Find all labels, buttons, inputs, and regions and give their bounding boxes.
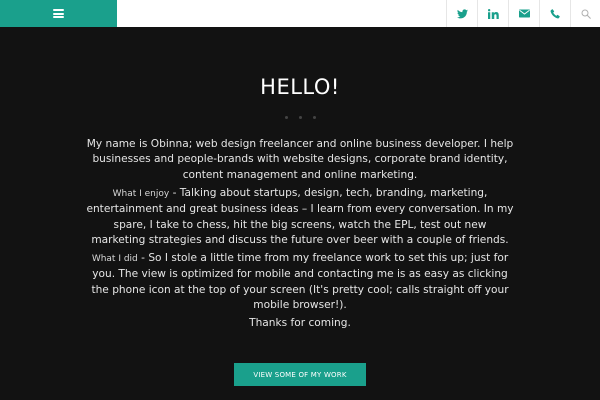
thanks-paragraph: Thanks for coming. (249, 317, 351, 329)
email-link[interactable] (508, 0, 539, 27)
twitter-icon (456, 8, 468, 18)
enjoy-paragraph: What I enjoy - Talking about startups, d… (85, 186, 515, 248)
view-work-button[interactable]: VIEW SOME OF MY WORK (234, 363, 366, 386)
envelope-icon (518, 9, 530, 18)
social-icons (446, 0, 600, 27)
hamburger-icon (53, 9, 64, 18)
divider-dots (0, 116, 600, 119)
search-button[interactable] (570, 0, 600, 27)
did-body: - So I stole a little time from my freel… (91, 252, 509, 311)
linkedin-link[interactable] (477, 0, 508, 27)
did-paragraph: What I did - So I stole a little time fr… (85, 251, 515, 313)
intro-section: HELLO! My name is Obinna; web design fre… (0, 27, 600, 400)
twitter-link[interactable] (446, 0, 477, 27)
enjoy-lead: What I enjoy (112, 189, 170, 199)
linkedin-icon (487, 8, 499, 19)
did-lead: What I did (91, 254, 138, 264)
phone-icon (550, 8, 560, 18)
intro-paragraph: My name is Obinna; web design freelancer… (86, 138, 514, 181)
top-navbar (0, 0, 600, 27)
search-icon (581, 9, 591, 19)
menu-button[interactable] (0, 0, 117, 27)
phone-link[interactable] (539, 0, 570, 27)
page-title: HELLO! (260, 75, 340, 99)
